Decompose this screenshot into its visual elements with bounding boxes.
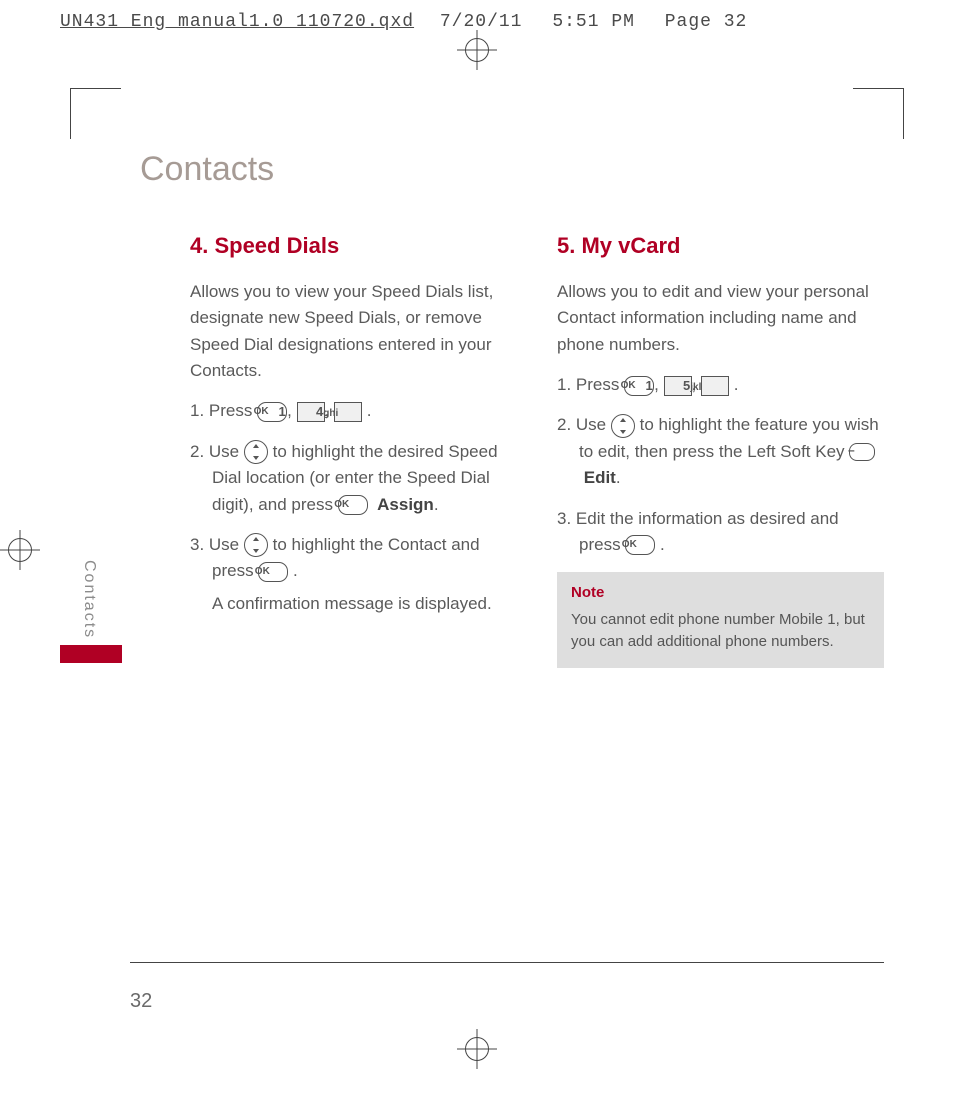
ok-key-icon: OK xyxy=(258,562,288,582)
key-4-icon: 4ghi xyxy=(334,402,362,422)
vstep3-tail: . xyxy=(655,535,664,554)
note-label: Note xyxy=(571,582,870,605)
slug-filename: UN431_Eng_manual1.0_110720.qxd xyxy=(60,12,414,32)
key-5-icon: 5jkl xyxy=(701,376,729,396)
comma1: , xyxy=(287,401,296,420)
step3-tail: . xyxy=(288,561,297,580)
section-title-my-vcard: 5. My vCard xyxy=(557,229,884,263)
note-box: Note You cannot edit phone number Mobile… xyxy=(557,572,884,668)
edit-label: Edit xyxy=(584,468,616,487)
speed-dials-step2: 2. Use to highlight the desired Speed Di… xyxy=(190,439,517,518)
vcomma1: , xyxy=(654,375,663,394)
nav-key-icon xyxy=(611,414,635,438)
crop-mark-bottom xyxy=(457,1029,497,1069)
note-body: You cannot edit phone number Mobile 1, b… xyxy=(571,611,865,651)
speed-dials-step3: 3. Use to highlight the Contact and pres… xyxy=(190,532,517,617)
vstep2-pre: 2. Use xyxy=(557,415,611,434)
slug-page: Page 32 xyxy=(665,12,748,32)
side-tab: Contacts xyxy=(60,560,122,663)
speed-dials-step1: 1. Press OK, 1, 4ghi . xyxy=(190,398,517,424)
crop-mark-left xyxy=(0,530,40,570)
side-tab-label: Contacts xyxy=(80,560,98,639)
speed-dials-intro: Allows you to view your Speed Dials list… xyxy=(190,279,517,384)
chapter-title: Contacts xyxy=(140,150,884,189)
vstep1-pre: 1. Press xyxy=(557,375,624,394)
ok-key-icon: OK xyxy=(338,495,368,515)
vcard-step2: 2. Use to highlight the feature you wish… xyxy=(557,412,884,491)
column-right: 5. My vCard Allows you to edit and view … xyxy=(557,229,884,668)
left-soft-key-icon: – xyxy=(849,443,875,461)
section-title-speed-dials: 4. Speed Dials xyxy=(190,229,517,263)
step2-pre: 2. Use xyxy=(190,442,244,461)
nav-key-icon xyxy=(244,533,268,557)
period1: . xyxy=(362,401,371,420)
ok-key-icon: OK xyxy=(625,535,655,555)
vcard-step1: 1. Press OK, 1, 5jkl . xyxy=(557,372,884,398)
vcard-intro: Allows you to edit and view your persona… xyxy=(557,279,884,358)
step3-pre: 3. Use xyxy=(190,535,244,554)
corner-mark-tr xyxy=(853,88,904,139)
slug-time: 5:51 PM xyxy=(552,12,635,32)
corner-mark-tl xyxy=(70,88,121,139)
vperiod1: . xyxy=(729,375,738,394)
step3-after: A confirmation message is displayed. xyxy=(212,591,517,617)
slug-date: 7/20/11 xyxy=(440,12,523,32)
side-tab-bar xyxy=(60,645,122,663)
page-number: 32 xyxy=(130,990,152,1013)
assign-label: Assign xyxy=(377,495,434,514)
vstep3-pre: 3. Edit the information as desired and p… xyxy=(557,509,839,554)
vcard-step3: 3. Edit the information as desired and p… xyxy=(557,506,884,559)
crop-mark-top xyxy=(457,30,497,70)
column-left: 4. Speed Dials Allows you to view your S… xyxy=(190,229,517,668)
nav-key-icon xyxy=(244,440,268,464)
print-slug: UN431_Eng_manual1.0_110720.qxd 7/20/11 5… xyxy=(60,12,894,32)
step1-pre: 1. Press xyxy=(190,401,257,420)
